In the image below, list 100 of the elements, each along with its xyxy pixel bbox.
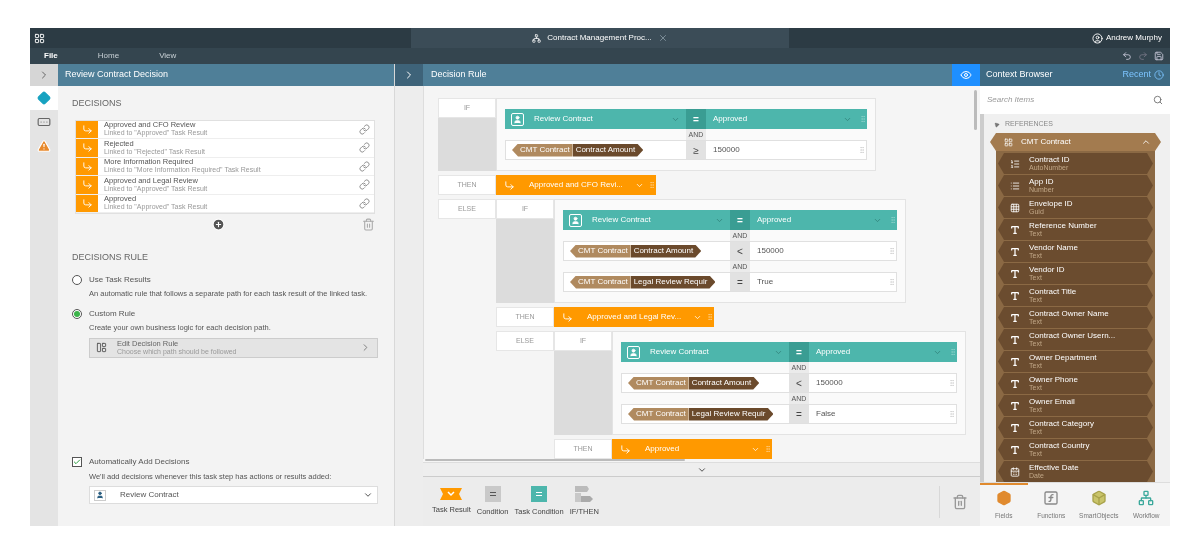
panel-title: Context Browser bbox=[986, 68, 1054, 82]
app-menu-icon[interactable] bbox=[34, 32, 45, 44]
rail-tab[interactable] bbox=[30, 86, 58, 110]
delete-icon[interactable] bbox=[362, 218, 375, 231]
clock-icon bbox=[1154, 70, 1164, 80]
redo-icon[interactable] bbox=[1138, 51, 1148, 61]
object-header[interactable]: CMT Contract bbox=[990, 133, 1161, 151]
text-type-icon bbox=[1010, 400, 1020, 411]
menu-item[interactable]: File bbox=[44, 50, 58, 62]
operator-button[interactable]: < bbox=[730, 242, 750, 260]
field-name: Contract Country bbox=[1029, 441, 1090, 450]
drag-handle-icon[interactable] bbox=[859, 114, 867, 124]
operator-button[interactable]: = bbox=[730, 273, 750, 291]
checkbox[interactable] bbox=[72, 456, 82, 467]
drag-handle-icon[interactable] bbox=[888, 246, 896, 256]
condition-icon bbox=[484, 485, 501, 502]
drag-handle-icon[interactable] bbox=[948, 378, 956, 388]
operator-button[interactable]: = bbox=[789, 405, 809, 423]
add-decision-icon[interactable] bbox=[212, 218, 225, 231]
object-tag: CMT Contract bbox=[628, 376, 689, 390]
save-icon[interactable] bbox=[1154, 51, 1164, 61]
path-arrow-icon bbox=[620, 443, 631, 455]
list-icon bbox=[1010, 180, 1020, 191]
menu-item[interactable]: View bbox=[159, 50, 177, 62]
form-field-icon bbox=[37, 115, 51, 129]
option-label: Custom Rule bbox=[89, 307, 136, 320]
object-icon bbox=[1004, 137, 1013, 147]
text-type-icon bbox=[1010, 334, 1020, 345]
field-name: Contract Title bbox=[1029, 287, 1077, 296]
document-tab[interactable]: Contract Management Proc... bbox=[411, 28, 789, 48]
expand-triangle-icon bbox=[992, 120, 1001, 128]
menu-item[interactable]: Home bbox=[97, 50, 120, 62]
function-icon bbox=[1043, 490, 1060, 507]
field-name: Effective Date bbox=[1029, 463, 1079, 472]
user-icon bbox=[627, 345, 640, 359]
cube-icon bbox=[1090, 490, 1107, 507]
value-field[interactable]: 150000 bbox=[809, 377, 948, 389]
field-name: Owner Department bbox=[1029, 353, 1097, 362]
section-heading: DECISIONS bbox=[72, 97, 123, 110]
user-avatar-icon bbox=[1091, 32, 1103, 44]
field-name: Contract Owner Usern... bbox=[1029, 331, 1116, 340]
field-tag: Contract Amount bbox=[688, 376, 760, 390]
user-icon bbox=[569, 213, 582, 227]
link-icon[interactable] bbox=[359, 179, 370, 191]
option-label: Use Task Results bbox=[89, 273, 151, 286]
operator-button[interactable]: ≥ bbox=[686, 141, 706, 159]
text-type-icon bbox=[1010, 378, 1020, 389]
task-dropdown[interactable]: Review Contract bbox=[89, 486, 378, 504]
process-icon bbox=[532, 33, 542, 43]
drag-handle-icon[interactable] bbox=[948, 409, 956, 419]
drag-handle-icon[interactable] bbox=[858, 145, 866, 155]
field-name: Envelope ID bbox=[1029, 199, 1073, 208]
value-field[interactable]: 150000 bbox=[750, 245, 888, 257]
object-tag: CMT Contract bbox=[570, 275, 631, 289]
drag-handle-icon bbox=[648, 180, 656, 190]
search-field[interactable]: Search Items bbox=[980, 86, 1170, 114]
task-condition-icon bbox=[531, 485, 548, 502]
checkbox-label: Automatically Add Decisions bbox=[89, 455, 190, 468]
layout-icon bbox=[96, 342, 107, 353]
radio-button[interactable] bbox=[72, 308, 82, 319]
value-field[interactable]: False bbox=[809, 408, 948, 420]
eye-icon bbox=[960, 69, 972, 81]
user-menu[interactable]: Andrew Murphy bbox=[1091, 32, 1166, 44]
path-arrow-icon bbox=[562, 311, 573, 323]
object-tag: CMT Contract bbox=[628, 407, 689, 421]
text-type-icon bbox=[1010, 356, 1020, 367]
value-field[interactable]: 150000 bbox=[706, 144, 858, 156]
drag-handle-icon[interactable] bbox=[949, 347, 957, 357]
link-icon[interactable] bbox=[359, 197, 370, 209]
field-name: Owner Email bbox=[1029, 397, 1075, 406]
field-tag: Legal Review Requir bbox=[630, 275, 716, 289]
link-icon[interactable] bbox=[359, 123, 370, 135]
drag-handle-icon bbox=[706, 312, 714, 322]
expand-panel-button[interactable] bbox=[395, 64, 423, 86]
path-arrow-icon bbox=[504, 179, 515, 191]
user-icon bbox=[511, 112, 524, 126]
chevron-up-icon bbox=[1141, 137, 1151, 147]
undo-icon[interactable] bbox=[1122, 51, 1132, 61]
workflow-icon bbox=[1138, 490, 1155, 507]
field-name: Owner Phone bbox=[1029, 375, 1078, 384]
link-icon[interactable] bbox=[359, 142, 370, 154]
drag-handle-icon[interactable] bbox=[889, 215, 897, 225]
field-name: App ID bbox=[1029, 177, 1054, 186]
delete-icon[interactable] bbox=[952, 493, 968, 510]
hexagon-icon bbox=[995, 490, 1012, 507]
text-type-icon bbox=[1010, 290, 1020, 301]
value-field[interactable]: True bbox=[750, 276, 888, 288]
radio-button[interactable] bbox=[72, 274, 82, 285]
view-button[interactable] bbox=[952, 64, 980, 86]
object-tag: CMT Contract bbox=[570, 244, 631, 258]
diamond-icon bbox=[37, 91, 51, 105]
drag-handle-icon[interactable] bbox=[888, 277, 896, 287]
scrollbar[interactable] bbox=[425, 459, 685, 461]
search-input[interactable]: Search Items bbox=[987, 94, 1153, 106]
scrollbar[interactable] bbox=[974, 90, 977, 130]
close-icon[interactable] bbox=[657, 33, 668, 43]
task-result-icon bbox=[440, 487, 463, 500]
panel-title: Review Contract Decision bbox=[58, 64, 394, 86]
operator-button[interactable]: < bbox=[789, 374, 809, 392]
link-icon[interactable] bbox=[359, 160, 370, 172]
